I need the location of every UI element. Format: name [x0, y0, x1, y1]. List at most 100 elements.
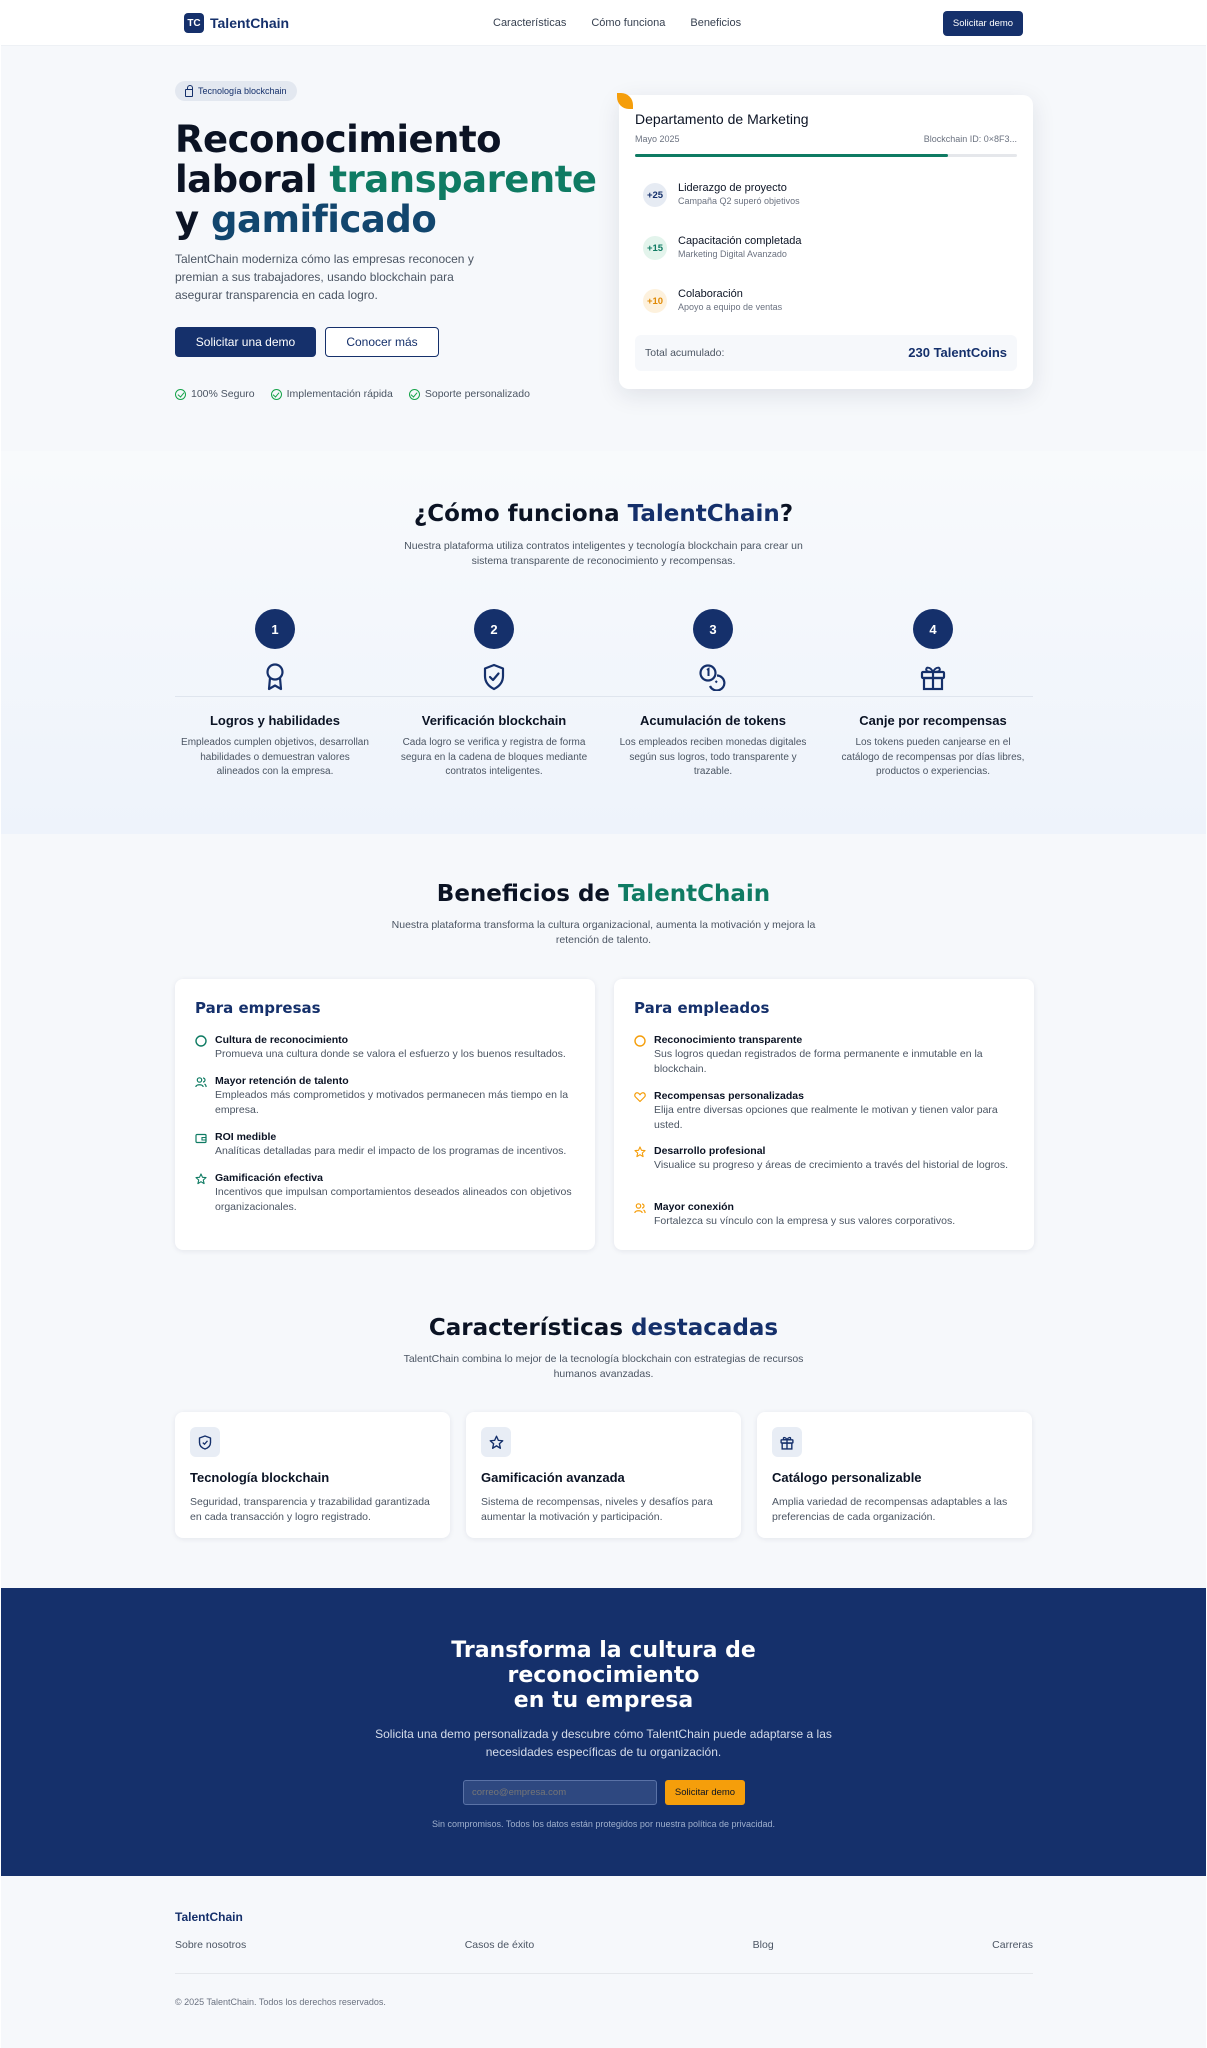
how-title-brand: TalentChain [627, 501, 780, 527]
feature-desc: Sistema de recompensas, niveles y desafí… [481, 1496, 713, 1523]
cta-title: Transforma la cultura de reconocimiento … [1, 1638, 1206, 1713]
recognition-card: Departamento de Marketing Mayo 2025 Bloc… [617, 93, 1033, 389]
benefit-desc: Elija entre diversas opciones que realme… [654, 1104, 998, 1131]
total-value: 230 TalentCoins [908, 345, 1007, 360]
footer-link-about[interactable]: Sobre nosotros [175, 1939, 246, 1951]
footer-links: Sobre nosotros Casos de éxito Blog Carre… [175, 1939, 1033, 1951]
footer-logo[interactable]: TalentChain [175, 1910, 243, 1924]
wallet-icon [195, 1133, 207, 1144]
progress-bar [635, 154, 1017, 157]
cta-title-line2: reconocimiento [507, 1663, 700, 1688]
users-icon [195, 1077, 207, 1088]
how-it-works-section: ¿Cómo funciona TalentChain? Nuestra plat… [1, 451, 1206, 834]
features-subtitle: TalentChain combina lo mejor de la tecno… [403, 1353, 804, 1380]
companies-card: Para empresas Cultura de reconocimiento P… [175, 979, 595, 1250]
benefit-title: Mayor conexión [654, 1201, 734, 1213]
how-title-c: ? [779, 501, 794, 527]
benefit-item: ROI medible Analíticas detalladas para me… [195, 1131, 575, 1159]
benefit-title: Gamificación efectiva [215, 1172, 323, 1184]
points-badge: +15 [643, 236, 667, 260]
how-title-a: ¿Cómo funciona [413, 501, 628, 527]
email-input[interactable] [463, 1780, 657, 1805]
footer-link-blog[interactable]: Blog [753, 1939, 774, 1951]
benefits-title-a: Beneficios de [436, 881, 619, 907]
heart-icon [634, 1092, 646, 1103]
achievement-title: Colaboración [678, 288, 743, 300]
benefit-item: Gamificación efectiva Incentivos que impu… [195, 1172, 575, 1215]
hero-title: Reconocimiento laboral transparente y ga… [175, 120, 615, 240]
badge-label: Tecnología blockchain [198, 86, 287, 96]
points-badge: +25 [643, 183, 667, 207]
footer-link-cases[interactable]: Casos de éxito [465, 1939, 534, 1951]
features-title-a: Características [428, 1315, 632, 1341]
shield-icon [190, 1427, 220, 1457]
leaf-icon [617, 93, 633, 109]
feature-card: Gamificación avanzada Sistema de recompe… [466, 1412, 741, 1538]
coins-icon [608, 663, 818, 693]
achievement-item: +25 Liderazgo de proyecto Campaña Q2 sup… [643, 182, 800, 207]
logo-text: TalentChain [210, 15, 290, 31]
hero-section: Tecnología blockchain Reconocimiento lab… [1, 46, 1206, 451]
shield-check-icon [389, 663, 599, 693]
request-demo-button[interactable]: Solicitar una demo [175, 327, 316, 357]
benefits-section: Beneficios de TalentChain Nuestra plataf… [1, 834, 1206, 1270]
employees-card: Para empleados Reconocimiento transparen… [614, 979, 1034, 1250]
features-section: Características destacadas TalentChain c… [1, 1270, 1206, 1588]
benefit-desc: Sus logros quedan registrados de forma p… [654, 1048, 983, 1075]
benefit-title: Reconocimiento transparente [654, 1034, 803, 1046]
features-title: Características destacadas [1, 1315, 1206, 1341]
achievement-desc: Marketing Digital Avanzado [678, 249, 787, 259]
logo[interactable]: TC TalentChain [184, 13, 289, 33]
total-label: Total acumulado: [645, 347, 725, 359]
benefit-desc: Incentivos que impulsan comportamientos … [215, 1186, 572, 1213]
feature-title: Catálogo personalizable [772, 1470, 922, 1485]
benefit-item: Mayor conexión Fortalezca su vínculo con … [634, 1201, 1014, 1229]
check-label: Soporte personalizado [424, 388, 530, 400]
tech-badge: Tecnología blockchain [175, 81, 297, 101]
benefit-item: Recompensas personalizadas Elija entre di… [634, 1090, 1014, 1133]
hero-subtitle: TalentChain moderniza cómo las empresas … [175, 252, 474, 302]
lock-icon [185, 84, 193, 97]
benefits-subtitle: Nuestra plataforma transforma la cultura… [391, 919, 816, 946]
blockchain-id: Blockchain ID: 0×8F3... [923, 134, 1017, 144]
step-3: 3 Acumulación de tokens Los empleados re… [608, 609, 818, 780]
feature-desc: Amplia variedad de recompensas adaptable… [772, 1496, 1008, 1523]
nav-links: Características Cómo funciona Beneficios [493, 17, 741, 29]
step-1: 1 Logros y habilidades Empleados cumplen… [170, 609, 380, 780]
achievement-item: +10 Colaboración Apoyo a equipo de venta… [643, 288, 782, 313]
hero-title-line3a: y [175, 198, 211, 241]
star-icon [634, 1146, 646, 1158]
total-row: Total acumulado: 230 TalentCoins [635, 335, 1017, 371]
privacy-note: Sin compromisos. Todos los datos están p… [431, 1819, 776, 1829]
footer-link-careers[interactable]: Carreras [992, 1939, 1033, 1951]
check-circle-icon [408, 388, 420, 400]
benefit-title: Recompensas personalizadas [654, 1090, 804, 1102]
employees-title: Para empleados [634, 999, 770, 1017]
cta-section: Transforma la cultura de reconocimiento … [1, 1588, 1206, 1876]
benefit-desc: Empleados más comprometidos y motivados … [215, 1089, 569, 1116]
benefit-item: Cultura de reconocimiento Promueva una cu… [195, 1034, 575, 1062]
benefit-item: Desarrollo profesional Visualice su progr… [634, 1145, 1014, 1173]
achievement-title: Capacitación completada [678, 235, 802, 247]
nav-link-como-funciona[interactable]: Cómo funciona [591, 17, 665, 29]
footer-divider [175, 1973, 1033, 1974]
check-item: Soporte personalizado [408, 388, 530, 400]
nav-link-beneficios[interactable]: Beneficios [690, 17, 741, 29]
cta-title-line1: Transforma la cultura de [451, 1638, 756, 1663]
progress-bar-fill [635, 154, 949, 157]
gift-icon [828, 663, 1038, 693]
learn-more-button[interactable]: Conocer más [325, 327, 439, 357]
hero-title-line2a: laboral [175, 158, 330, 201]
cta-title-line3: en tu empresa [513, 1688, 694, 1713]
benefit-desc: Visualice su progreso y áreas de crecimi… [654, 1159, 1009, 1171]
features-title-highlight: destacadas [631, 1315, 779, 1341]
check-item: Implementación rápida [270, 388, 393, 400]
nav-link-caracteristicas[interactable]: Características [493, 17, 566, 29]
achievement-desc: Campaña Q2 superó objetivos [678, 196, 800, 206]
feature-title: Gamificación avanzada [481, 1470, 625, 1485]
circle-icon [195, 1035, 207, 1047]
step-number: 3 [693, 609, 733, 649]
nav-demo-button[interactable]: Solicitar demo [943, 11, 1023, 36]
top-nav: TC TalentChain Características Cómo func… [1, 0, 1206, 46]
cta-demo-button[interactable]: Solicitar demo [665, 1780, 745, 1805]
